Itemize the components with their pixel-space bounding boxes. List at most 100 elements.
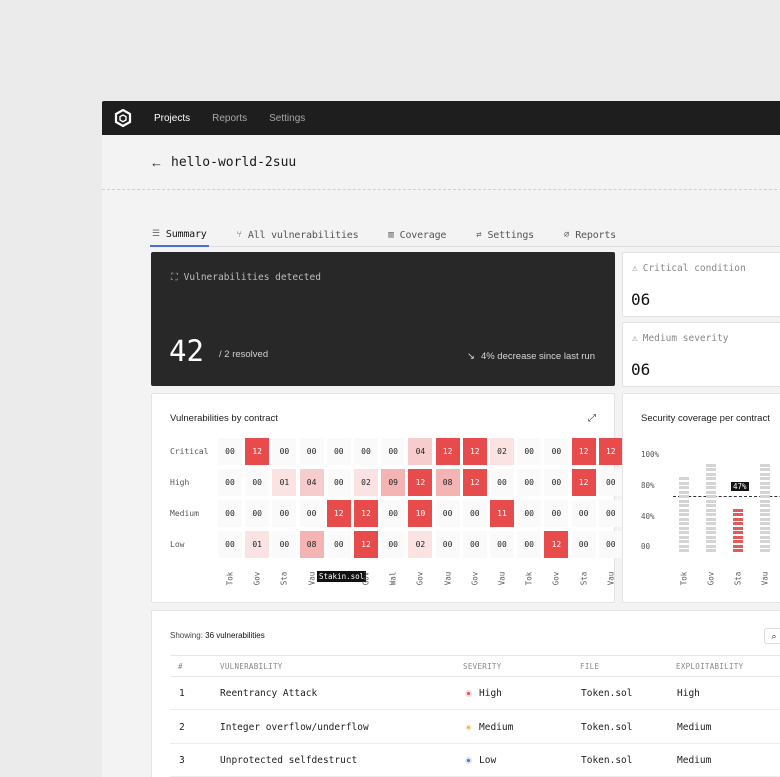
heatmap-cell[interactable]: 11	[490, 500, 514, 527]
row-number: 3	[179, 755, 185, 766]
table-row[interactable]: 3 Unprotected selfdestruct Low Token.sol Med…	[170, 744, 780, 777]
heatmap-cell[interactable]: 00	[218, 438, 242, 465]
heatmap-cell[interactable]: 01	[272, 469, 297, 496]
heatmap-cell[interactable]: 12	[245, 438, 270, 465]
heatmap-cell[interactable]: 12	[462, 469, 487, 496]
security-coverage-card: Security coverage per contract 47% 100% 8…	[622, 393, 780, 603]
heatmap-cell[interactable]: 00	[598, 500, 623, 527]
vulnerability-name: Unprotected selfdestruct	[220, 755, 358, 766]
heatmap-cell[interactable]: 00	[571, 500, 596, 527]
heatmap-cell[interactable]: 00	[571, 531, 596, 558]
column-header[interactable]: VULNERABILITY	[220, 662, 283, 671]
severity-badge: Low	[465, 755, 496, 766]
heatmap-cell[interactable]: 00	[381, 531, 406, 558]
heatmap-cell[interactable]: 02	[354, 469, 378, 496]
heatmap-cell[interactable]: 12	[571, 469, 596, 496]
heatmap-cell[interactable]: 00	[544, 500, 569, 527]
heatmap-cell[interactable]: 00	[598, 531, 623, 558]
column-header[interactable]: EXPLOITABILITY	[676, 662, 743, 671]
nav-projects[interactable]: Projects	[154, 113, 190, 124]
heatmap-cell[interactable]: 12	[462, 438, 487, 465]
tab-reports[interactable]: ⌀ Reports	[562, 223, 618, 247]
logo-icon[interactable]	[114, 109, 132, 127]
heatmap-cell[interactable]: 00	[517, 531, 542, 558]
heatmap-cell[interactable]: 00	[544, 469, 569, 496]
paperclip-icon: ⌀	[564, 230, 570, 240]
heatmap-cell[interactable]: 00	[272, 500, 297, 527]
heatmap-cell[interactable]: 09	[381, 469, 406, 496]
heatmap-column-label: Vau	[443, 571, 453, 586]
nav-reports[interactable]: Reports	[212, 113, 247, 124]
heatmap-cell[interactable]: 12	[354, 500, 378, 527]
coverage-bar-segment	[706, 504, 716, 507]
exploitability-value: High	[677, 688, 700, 699]
heatmap-cell[interactable]: 00	[245, 469, 270, 496]
heatmap-cell[interactable]: 00	[517, 469, 542, 496]
heatmap-cell[interactable]: 00	[517, 438, 542, 465]
heatmap-cell[interactable]: 08	[435, 469, 460, 496]
heatmap-cell[interactable]: 00	[462, 531, 487, 558]
heatmap-cell[interactable]: 04	[408, 438, 433, 465]
heatmap-cell[interactable]: 00	[218, 531, 242, 558]
heatmap-cell[interactable]: 04	[299, 469, 324, 496]
heatmap-cell[interactable]: 12	[544, 531, 569, 558]
heatmap-cell[interactable]: 01	[245, 531, 270, 558]
heatmap-cell[interactable]: 00	[435, 531, 460, 558]
heatmap-cell[interactable]: 02	[490, 438, 514, 465]
heatmap-cell[interactable]: 12	[408, 469, 433, 496]
heatmap-cell[interactable]: 00	[218, 500, 242, 527]
heatmap-cell[interactable]: 00	[326, 438, 351, 465]
search-icon[interactable]: ⌕	[764, 628, 780, 644]
nav-settings[interactable]: Settings	[269, 113, 305, 124]
severity-dot-icon	[465, 757, 472, 764]
heatmap-cell[interactable]: 00	[544, 438, 569, 465]
heatmap-cell[interactable]: 00	[381, 500, 406, 527]
heatmap-cell[interactable]: 00	[299, 438, 324, 465]
heatmap-cell[interactable]: 00	[326, 469, 351, 496]
heatmap-cell[interactable]: 00	[462, 500, 487, 527]
heatmap-cell[interactable]: 00	[326, 531, 351, 558]
heatmap-cell[interactable]: 12	[326, 500, 351, 527]
tab-label: Summary	[165, 228, 207, 240]
heatmap-cell[interactable]: 00	[272, 438, 297, 465]
heatmap-cell[interactable]: 12	[435, 438, 460, 465]
back-arrow-icon[interactable]: ←	[150, 155, 163, 170]
heatmap-cell[interactable]: 00	[435, 500, 460, 527]
heatmap-cell[interactable]: 12	[598, 438, 623, 465]
heatmap-cell[interactable]: 12	[354, 531, 378, 558]
heatmap-cell[interactable]: 00	[490, 531, 514, 558]
heatmap-row-label: Low	[170, 540, 185, 549]
coverage-highlight-label: 47%	[731, 482, 749, 491]
heatmap-cell[interactable]: 00	[272, 531, 297, 558]
trend-text: ↘ 4% decrease since last run	[467, 351, 595, 362]
heatmap-cell[interactable]: 10	[408, 500, 433, 527]
heatmap-cell[interactable]: 00	[245, 500, 270, 527]
heatmap-cell[interactable]: 00	[517, 500, 542, 527]
coverage-bar-segment	[733, 508, 743, 512]
column-header[interactable]: SEVERITY	[463, 662, 502, 671]
tab-coverage[interactable]: ▥ Coverage	[386, 223, 448, 247]
branch-icon: ⑂	[236, 230, 242, 240]
heatmap-cell[interactable]: 08	[299, 531, 324, 558]
column-header[interactable]: FILE	[580, 662, 599, 671]
heatmap-cell[interactable]: 00	[299, 500, 324, 527]
heatmap-cell[interactable]: 12	[571, 438, 596, 465]
coverage-bar-segment	[679, 517, 689, 521]
expand-icon[interactable]: ⤢	[588, 413, 596, 424]
heatmap-cell[interactable]: 00	[354, 438, 378, 465]
tab-settings[interactable]: ⇄ Settings	[474, 223, 536, 247]
tab-summary[interactable]: ☰ Summary	[150, 223, 209, 247]
coverage-bar-segment	[760, 486, 770, 489]
heatmap-cell[interactable]: 00	[381, 438, 406, 465]
heatmap-cell[interactable]: 00	[490, 469, 514, 496]
table-row[interactable]: 2 Integer overflow/underflow Medium Token.s…	[170, 711, 780, 744]
row-number: 1	[179, 688, 185, 699]
heatmap-cell[interactable]: 00	[218, 469, 242, 496]
tab-all-vulnerabilities[interactable]: ⑂ All vulnerabilities	[235, 223, 361, 247]
heatmap-column-label: Gov	[470, 571, 480, 586]
heatmap-cell[interactable]: 00	[598, 469, 623, 496]
coverage-bar-segment	[706, 531, 716, 534]
coverage-title: Security coverage per contract	[641, 413, 770, 424]
heatmap-cell[interactable]: 02	[408, 531, 433, 558]
table-row[interactable]: 1 Reentrancy Attack High Token.sol High	[170, 677, 780, 710]
